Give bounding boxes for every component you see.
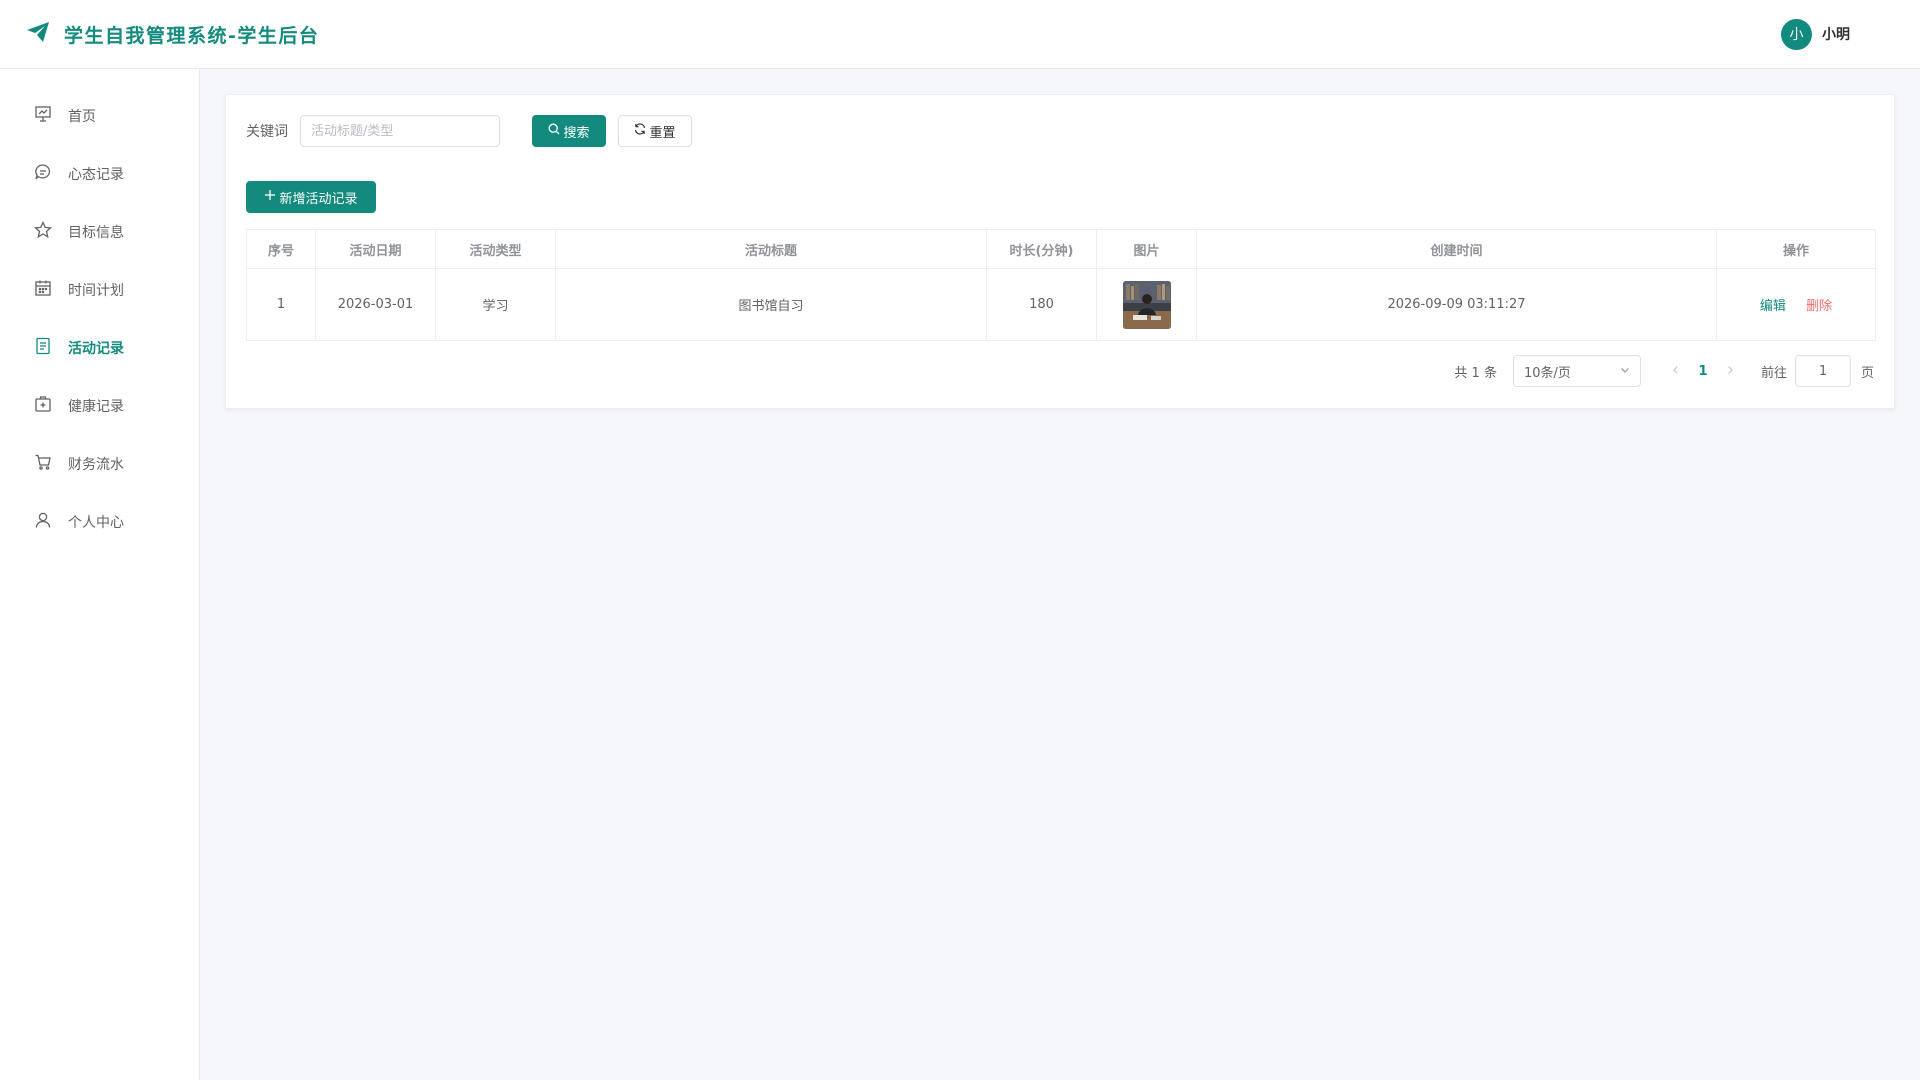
user-name[interactable]: 小明 [1822,24,1850,44]
next-page-button[interactable] [1719,364,1741,379]
cell-image [1096,268,1197,341]
sidebar-item-label: 时间计划 [68,283,124,299]
column-header[interactable]: 活动类型 [435,229,556,269]
sidebar-item-health[interactable]: 健康记录 [0,377,199,435]
avatar[interactable]: 小 [1781,18,1812,50]
first-aid-kit-icon [34,395,52,417]
cell-actions: 编辑 删除 [1716,268,1876,341]
page-number-current[interactable]: 1 [1687,364,1719,379]
search-button[interactable]: 搜索 [532,115,606,147]
column-header[interactable]: 时长(分钟) [986,229,1097,269]
sidebar-item-schedule[interactable]: 时间计划 [0,261,199,319]
search-button-label: 搜索 [563,125,590,141]
sidebar-item-mood[interactable]: 心态记录 [0,145,199,203]
sidebar-item-label: 健康记录 [68,399,124,415]
user-icon [34,511,52,533]
pagination-total: 共 1 条 [1454,365,1497,381]
column-header[interactable]: 活动标题 [555,229,987,269]
library-study-photo[interactable] [1122,280,1171,329]
dashboard-icon [34,105,52,127]
search-bar: 关键词 搜索 重置 [246,115,1874,147]
search-label: 关键词 [246,124,288,140]
page-size-value: 10条/页 [1523,365,1571,381]
sidebar-item-label: 财务流水 [68,457,124,473]
delete-link[interactable]: 删除 [1806,299,1832,314]
sidebar-item-label: 首页 [68,109,96,125]
column-header[interactable]: 创建时间 [1196,229,1717,269]
calendar-icon [34,279,52,301]
page-size-select[interactable]: 10条/页 [1512,355,1641,387]
chevron-left-icon [1671,364,1681,379]
prev-page-button[interactable] [1665,364,1687,379]
column-header[interactable]: 图片 [1096,229,1197,269]
document-icon [34,337,52,359]
chevron-down-icon [1620,364,1630,379]
add-activity-button[interactable]: 新增活动记录 [246,181,376,213]
top-header: 学生自我管理系统-学生后台 小 小明 [0,0,1920,69]
sidebar-item-label: 活动记录 [68,341,124,357]
cell-created: 2026-09-09 03:11:27 [1196,268,1717,341]
sidebar-item-label: 心态记录 [68,167,124,183]
sidebar-item-home[interactable]: 首页 [0,87,199,145]
reset-button-label: 重置 [649,125,676,141]
star-icon [33,220,53,243]
user-menu[interactable]: 小 小明 [1781,18,1894,50]
sidebar-item-label: 个人中心 [68,515,124,531]
cell-duration: 180 [986,268,1097,341]
chat-bubble-icon [34,163,52,185]
column-header[interactable]: 活动日期 [315,229,436,269]
page-suffix: 页 [1860,365,1874,381]
goto-label: 前往 [1760,365,1787,381]
add-button-label: 新增活动记录 [279,191,358,207]
column-header[interactable]: 操作 [1716,229,1876,269]
sidebar-item-activity[interactable]: 活动记录 [0,319,199,377]
chevron-right-icon [1725,364,1735,379]
cell-title: 图书馆自习 [555,268,987,341]
cart-icon [34,453,52,475]
cell-type: 学习 [435,268,556,341]
cell-date: 2026-03-01 [315,268,436,341]
paper-plane-icon [26,21,50,47]
search-icon [548,123,560,139]
edit-link[interactable]: 编辑 [1760,299,1786,314]
activity-table: 序号 活动日期 活动类型 活动标题 时长(分钟) 图片 创建时间 操作 1 20… [246,229,1876,341]
sidebar-item-goals[interactable]: 目标信息 [0,203,199,261]
sidebar: 首页 心态记录 目标信息 时间计划 活动记录 健康记录 财务流水 个人中心 [0,69,200,1080]
brand: 学生自我管理系统-学生后台 [26,21,319,48]
search-input[interactable] [300,115,500,147]
sidebar-item-profile[interactable]: 个人中心 [0,493,199,551]
cell-index: 1 [246,268,316,341]
sidebar-item-finance[interactable]: 财务流水 [0,435,199,493]
pagination: 共 1 条 10条/页 1 前往 页 [246,355,1874,387]
plus-icon [264,189,276,205]
app-title: 学生自我管理系统-学生后台 [64,24,320,47]
table-row: 1 2026-03-01 学习 图书馆自习 180 2026-09-09 03:… [246,268,1876,341]
goto-page-input[interactable] [1794,355,1851,387]
column-header[interactable]: 序号 [246,229,316,269]
main-card: 关键词 搜索 重置 新增活动记录 序号 活动日期 [225,94,1895,409]
refresh-icon [634,123,646,139]
table-header-row: 序号 活动日期 活动类型 活动标题 时长(分钟) 图片 创建时间 操作 [246,229,1876,269]
reset-button[interactable]: 重置 [618,115,692,147]
sidebar-item-label: 目标信息 [68,225,124,241]
